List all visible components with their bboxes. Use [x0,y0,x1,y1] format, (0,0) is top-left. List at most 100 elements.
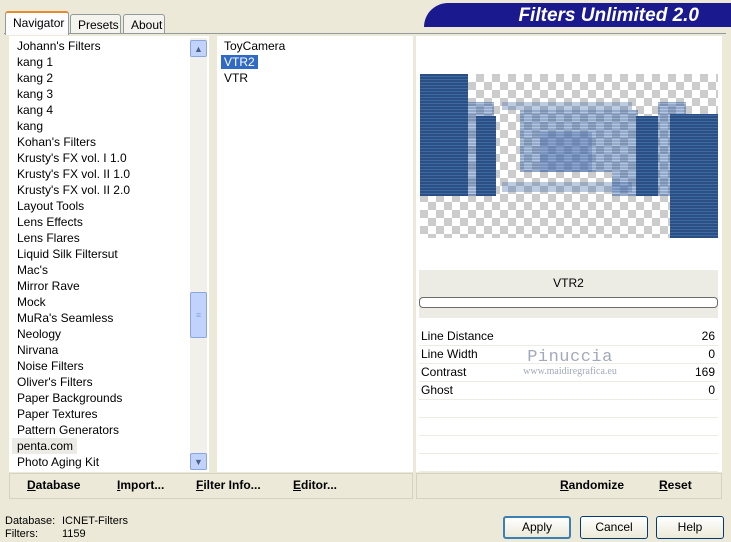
category-item-label: Paper Backgrounds [17,391,123,405]
category-item[interactable]: Photo Aging Kit [12,454,188,470]
category-item[interactable]: Lens Flares [12,230,188,246]
tab-presets[interactable]: Presets [70,14,121,34]
filter-item[interactable]: VTR [219,70,409,86]
category-list[interactable]: Johann's Filters kang 1 kang 2 kang 3 kang 4… [12,38,188,470]
category-item[interactable]: Noise Filters [12,358,188,374]
parameter-row[interactable]: Line Distance 26 [419,328,718,346]
import-button[interactable]: Import... [117,478,164,492]
category-item[interactable]: kang [12,118,188,134]
status-filters: Filters: 1159 [5,528,86,540]
category-item[interactable]: Mock [12,294,188,310]
category-item-label: Liquid Silk Filtersut [17,247,118,261]
scroll-up-arrow-icon[interactable]: ▲ [190,40,207,57]
database-label: Database: [5,515,56,527]
database-value: ICNET-Filters [62,515,128,527]
category-item[interactable]: Liquid Silk Filtersut [12,246,188,262]
category-item-label: Krusty's FX vol. II 1.0 [17,167,130,181]
category-item-label: Paper Textures [17,407,98,421]
category-item-label: Layout Tools [17,199,85,213]
category-item-label: Lens Flares [17,231,80,245]
category-item[interactable]: Nirvana [12,342,188,358]
filter-item[interactable]: VTR2 [219,54,409,70]
scroll-down-arrow-icon[interactable]: ▼ [190,453,207,470]
parameter-label: Line Width [421,347,478,361]
category-item[interactable]: Paper Textures [12,406,188,422]
randomize-button[interactable]: Randomize [560,478,624,492]
category-item[interactable]: Krusty's FX vol. II 1.0 [12,166,188,182]
category-item[interactable]: kang 4 [12,102,188,118]
reset-button[interactable]: Reset [659,478,692,492]
category-item[interactable]: kang 2 [12,70,188,86]
category-item-label: Oliver's Filters [17,375,93,389]
category-item[interactable]: Paper Backgrounds [12,390,188,406]
parameter-row[interactable]: Contrast 169 [419,364,718,382]
tab-navigator[interactable]: Navigator [5,11,69,35]
category-item-label: kang 3 [17,87,54,101]
filters-count: 1159 [62,528,86,540]
apply-button[interactable]: Apply [503,516,571,539]
preview-image [420,74,718,238]
tab-divider [4,33,726,34]
editor-button[interactable]: Editor... [293,478,337,492]
category-item-label: Neology [17,327,62,341]
filter-item-label: ToyCamera [224,39,286,53]
parameter-value: 0 [708,383,715,397]
parameter-row [419,454,718,472]
category-item[interactable]: Kohan's Filters [12,134,188,150]
category-item[interactable]: kang 1 [12,54,188,70]
parameter-value: 26 [701,329,715,343]
category-item-label: Lens Effects [17,215,83,229]
category-item-label: kang 1 [17,55,54,69]
category-item[interactable]: penta.com [12,438,188,454]
app-title: Filters Unlimited 2.0 [518,5,699,26]
category-item-label: Pattern Generators [17,423,120,437]
category-item-label: Nirvana [17,343,59,357]
filter-name-label: VTR2 [553,276,584,290]
filter-item-label: VTR [224,71,248,85]
category-scrollbar[interactable]: ▲ ≡ ▼ [190,38,207,470]
category-item[interactable]: Mac's [12,262,188,278]
category-item-label: Mirror Rave [17,279,80,293]
category-item-label: kang 4 [17,103,54,117]
parameter-row[interactable]: Ghost 0 [419,382,718,400]
scroll-thumb-grip-icon[interactable]: ≡ [190,292,207,338]
category-item-label: Mac's [17,263,48,277]
category-item-label: Kohan's Filters [17,135,96,149]
category-item[interactable]: Oliver's Filters [12,374,188,390]
category-item[interactable]: Neology [12,326,188,342]
progress-bar [419,297,718,308]
category-item-label: MuRa's Seamless [17,311,114,325]
filter-list[interactable]: ToyCamera VTR2 VTR [219,38,409,86]
tab-about[interactable]: About [123,14,165,34]
parameter-label: Line Distance [421,329,494,343]
filter-info-button[interactable]: Filter Info... [196,478,261,492]
parameter-value: 0 [708,347,715,361]
category-item-label: kang [17,119,44,133]
status-database: Database: ICNET-Filters [5,515,128,527]
parameter-label: Contrast [421,365,467,379]
category-item[interactable]: Johann's Filters [12,38,188,54]
category-item[interactable]: Krusty's FX vol. II 2.0 [12,182,188,198]
category-item-label: kang 2 [17,71,54,85]
filter-panel [217,36,413,472]
filter-item-label: VTR2 [221,55,258,69]
category-item[interactable]: Layout Tools [12,198,188,214]
category-item[interactable]: Lens Effects [12,214,188,230]
category-item-label: Photo Aging Kit [17,455,100,469]
parameter-label: Ghost [421,383,454,397]
category-item[interactable]: kang 3 [12,86,188,102]
parameter-row [419,418,718,436]
database-button[interactable]: Database [27,478,80,492]
filter-item[interactable]: ToyCamera [219,38,409,54]
category-item[interactable]: Pattern Generators [12,422,188,438]
category-item[interactable]: Mirror Rave [12,278,188,294]
category-item-label: Krusty's FX vol. I 1.0 [17,151,127,165]
help-button[interactable]: Help [656,516,724,539]
category-item[interactable]: Krusty's FX vol. I 1.0 [12,150,188,166]
title-banner: Filters Unlimited 2.0 [424,3,731,27]
parameter-list: Line Distance 26 Line Width 0 Contrast 169 Gho… [419,328,718,472]
parameter-row[interactable]: Line Width 0 [419,346,718,364]
category-item[interactable]: MuRa's Seamless [12,310,188,326]
category-item-label: Krusty's FX vol. II 2.0 [17,183,130,197]
cancel-button[interactable]: Cancel [580,516,648,539]
